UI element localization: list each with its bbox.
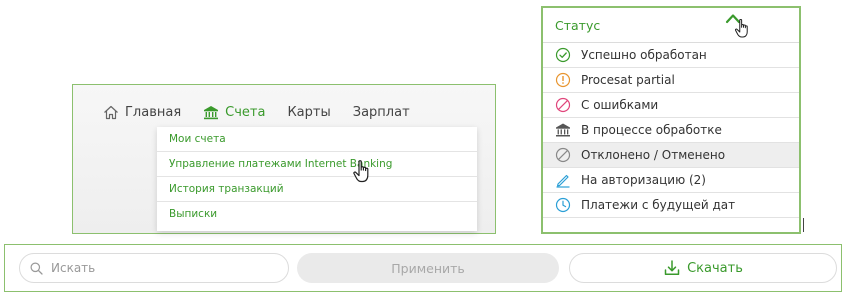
hand-cursor-icon [353,160,369,183]
status-option-processing[interactable]: В процессе обработке [543,118,799,143]
warning-circle-icon [555,72,571,88]
status-option-errors[interactable]: С ошибками [543,93,799,118]
bank-icon [556,123,570,137]
divider [803,218,804,232]
status-option-label: На авторизацию (2) [581,173,706,187]
cancelled-circle-icon [555,147,571,163]
status-option-rejected[interactable]: Отклонено / Отменено [543,143,799,168]
clock-icon [555,197,571,213]
nav-item-label: Зарплат [352,104,410,120]
search-input[interactable] [49,260,273,276]
nav-item-label: Карты [287,104,331,120]
pen-icon [556,174,570,188]
status-option-future-payments[interactable]: Платежи с будущей дат [543,193,799,218]
nav-item-accounts[interactable]: Счета [203,105,265,120]
menu-item-statements[interactable]: Выписки [157,202,477,227]
status-filter-header[interactable]: Статус [543,8,799,43]
hand-cursor-icon [734,18,748,38]
status-option-success[interactable]: Успешно обработан [543,43,799,68]
filter-toolbar-panel: Применить Скачать [4,244,842,292]
search-icon [30,262,43,275]
home-icon [104,105,118,119]
status-option-label: Платежи с будущей дат [581,198,736,212]
nav-item-label: Главная [125,104,182,120]
nav-item-cards[interactable]: Карты [287,105,330,120]
nav-item-home[interactable]: Главная [103,105,181,120]
accounts-menu-panel: Главная Счета Карты Зарплат Мои счета Уп… [72,84,496,234]
status-filter-panel: Статус Успешно обработан Procesat partia… [541,6,801,234]
nav-item-salary[interactable]: Зарплат [353,105,410,120]
status-option-label: Procesat partial [581,73,675,87]
status-option-partial[interactable]: Procesat partial [543,68,799,93]
status-option-label: Отклонено / Отменено [581,148,726,162]
download-button-label: Скачать [687,260,743,276]
accounts-dropdown-menu: Мои счета Управление платежами Internet … [157,127,477,231]
status-option-label: В процессе обработке [581,123,722,137]
apply-button[interactable]: Применить [297,253,559,283]
bank-icon [204,105,219,119]
menu-item-payment-management[interactable]: Управление платежами Internet Banking [157,152,477,177]
status-option-label: С ошибками [581,98,659,112]
nav-item-label: Счета [225,104,266,120]
menu-item-transaction-history[interactable]: История транзакций [157,177,477,202]
download-button[interactable]: Скачать [569,253,837,283]
status-option-authorization[interactable]: На авторизацию (2) [543,168,799,193]
apply-button-label: Применить [391,260,465,276]
status-filter-title: Статус [555,17,601,33]
main-navigation: Главная Счета Карты Зарплат [103,101,432,123]
download-icon [664,260,680,275]
check-circle-icon [555,47,571,63]
search-field[interactable] [19,253,289,283]
menu-item-my-accounts[interactable]: Мои счета [157,127,477,152]
status-option-label: Успешно обработан [581,48,707,62]
prohibited-circle-icon [555,97,571,113]
